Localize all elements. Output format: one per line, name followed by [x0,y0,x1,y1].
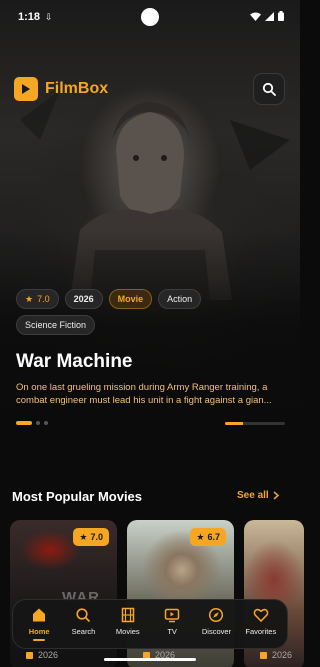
download-icon: ⇩ [45,11,53,22]
genre-chip-science-fiction[interactable]: Science Fiction [16,315,96,335]
featured-title[interactable]: War Machine [16,351,133,373]
carousel-dot[interactable] [16,421,32,425]
star-icon: ★ [196,531,205,542]
inactive-indicator [77,639,89,641]
tv-icon [164,608,180,623]
see-all-link[interactable]: See all [237,490,279,501]
home-icon [33,608,46,622]
inactive-indicator [122,639,134,641]
nav-movies[interactable]: Movies [106,602,150,646]
nav-label: Home [28,627,50,636]
section-title: Most Popular Movies [12,489,143,504]
nav-discover[interactable]: Discover [194,602,238,646]
nav-label: Search [71,627,96,636]
nav-home[interactable]: Home [17,602,61,646]
compass-icon [209,607,224,623]
year-badge: 2026 [64,289,103,309]
rating-badge: ★ 7.0 [16,289,59,309]
nav-search[interactable]: Search [61,602,105,646]
status-time: 1:18 [18,11,41,23]
film-icon [121,607,135,623]
see-all-label: See all [237,490,269,501]
carousel-progress-bar [225,422,285,425]
app-name: FilmBox [45,80,109,97]
search-button[interactable] [253,73,285,105]
app-logo[interactable]: FilmBox [14,77,108,101]
battery-icon [278,11,284,21]
carousel-dot[interactable] [36,421,40,425]
carousel-indicator [16,421,48,425]
star-icon: ★ [25,293,34,304]
gesture-bar[interactable] [104,658,196,661]
calendar-icon [26,651,33,659]
poster-year-text: 2026 [272,650,293,660]
featured-description: On one last grueling mission during Army… [16,382,272,406]
nav-label: Discover [201,627,232,636]
camera-cutout [141,8,159,26]
carousel-progress-fill [225,422,243,425]
chevron-right-icon [273,491,279,500]
inactive-indicator [255,639,267,641]
poster-rating-badge: ★ 6.7 [190,528,226,546]
heart-icon [253,608,269,623]
bottom-navigation: Home Search Movies TV Discover Favorites [12,599,288,649]
nav-favorites[interactable]: Favorites [239,602,283,646]
poster-year: 2026 [260,650,292,660]
signal-icon [265,11,274,21]
search-icon [76,608,91,623]
search-icon [262,82,276,96]
poster-rating: 6.7 [207,532,220,542]
hero-gradient-overlay [0,230,300,445]
nav-label: Movies [115,627,140,636]
active-indicator [33,639,46,641]
nav-label: TV [167,627,177,636]
rating-value: 7.0 [37,294,50,304]
nav-label: Favorites [245,627,277,636]
carousel-dot[interactable] [44,421,48,425]
inactive-indicator [210,639,222,641]
nav-tv[interactable]: TV [150,602,194,646]
poster-year: 2026 [26,650,58,660]
hero-banner[interactable] [0,0,300,445]
inactive-indicator [166,639,178,641]
wifi-icon [250,12,261,21]
poster-rating-badge: ★ 7.0 [73,528,109,546]
poster-rating: 7.0 [90,532,103,542]
calendar-icon [260,651,267,659]
featured-tags: ★ 7.0 2026 Movie Action Science Fiction [16,289,286,335]
star-icon: ★ [79,531,88,542]
poster-year-text: 2026 [38,650,59,660]
play-icon [14,77,38,101]
genre-chip-action[interactable]: Action [158,289,202,309]
system-icons [250,11,284,21]
genre-chip-movie[interactable]: Movie [108,289,153,309]
